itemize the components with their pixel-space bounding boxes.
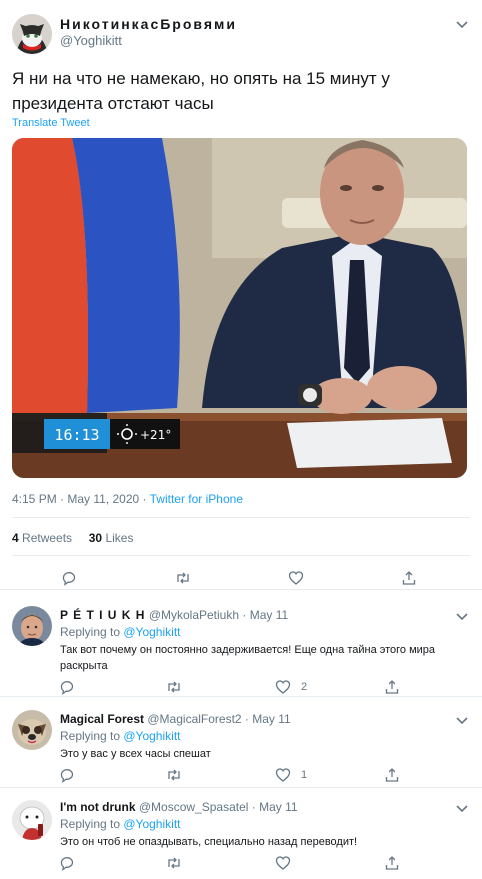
- reply-author-handle[interactable]: @MykolaPetiukh: [149, 608, 239, 622]
- reply-author-handle[interactable]: @Moscow_Spasatel: [139, 800, 249, 814]
- reply-tweet[interactable]: P É T I U K H @MykolaPetiukh · May 11 Re…: [0, 590, 482, 697]
- likes-count: 30: [88, 531, 103, 545]
- replying-to-handle[interactable]: @Yoghikitt: [123, 817, 180, 831]
- reply-text: Так вот почему он постоянно задерживаетс…: [60, 644, 436, 672]
- chevron-down-icon[interactable]: [454, 16, 470, 32]
- reply-button[interactable]: [59, 766, 75, 784]
- share-button[interactable]: [401, 569, 417, 587]
- reply-actions: [0, 854, 482, 876]
- chevron-down-icon[interactable]: [454, 712, 470, 728]
- like-button[interactable]: [275, 854, 291, 872]
- share-button[interactable]: [384, 678, 400, 696]
- reply-tweet[interactable]: Magical Forest @MagicalForest2 · May 11 …: [0, 697, 482, 788]
- reply-button[interactable]: [59, 854, 75, 872]
- like-icon: [275, 768, 291, 782]
- retweet-button[interactable]: [166, 766, 182, 784]
- reply-text: Это у вас у всех часы спешат: [60, 748, 211, 760]
- tweet-text: Я ни на что не намекаю, но опять на 15 м…: [12, 69, 390, 113]
- reply-author-name[interactable]: Magical Forest: [60, 712, 144, 726]
- like-count: 1: [301, 769, 308, 781]
- likes-stat[interactable]: 30 Likes: [89, 531, 134, 545]
- share-icon: [385, 680, 399, 694]
- reply-avatar[interactable]: [12, 800, 52, 840]
- reply-text: Это он чтоб не опаздывать, специально на…: [60, 836, 358, 848]
- main-tweet: НикотинкасБровями @Yoghikitt Я ни на что…: [0, 0, 482, 590]
- reply-icon: [62, 572, 76, 586]
- reply-date[interactable]: May 11: [250, 608, 288, 622]
- translate-tweet-link[interactable]: Translate Tweet: [12, 117, 90, 129]
- retweets-stat[interactable]: 4 Retweets: [12, 531, 72, 545]
- chevron-down-icon[interactable]: [454, 608, 470, 624]
- author-avatar[interactable]: [12, 14, 52, 54]
- replying-to-handle[interactable]: @Yoghikitt: [123, 625, 180, 639]
- reply-icon: [60, 681, 74, 695]
- share-button[interactable]: [384, 766, 400, 784]
- tweet-timestamp[interactable]: 4:15 PM · May 11, 2020 ·: [12, 492, 150, 506]
- replying-to: Replying to @Yoghikitt: [60, 625, 180, 639]
- retweet-icon: [168, 681, 180, 693]
- retweets-count: 4: [12, 531, 19, 545]
- like-icon: [275, 856, 291, 870]
- divider: [12, 517, 470, 518]
- reply-header: I'm not drunk @Moscow_Spasatel · May 11: [60, 800, 298, 814]
- retweet-icon: [168, 769, 180, 781]
- reply-header: Magical Forest @MagicalForest2 · May 11: [60, 712, 291, 726]
- retweet-button[interactable]: [166, 678, 182, 696]
- like-count: 2: [301, 681, 308, 693]
- like-button[interactable]: 1: [275, 766, 307, 784]
- reply-avatar[interactable]: [12, 710, 52, 750]
- likes-label: Likes: [105, 531, 134, 545]
- reply-actions: 1: [0, 766, 482, 788]
- reply-author-name[interactable]: I'm not drunk: [60, 800, 136, 814]
- reply-button[interactable]: [61, 569, 77, 587]
- like-button[interactable]: 2: [275, 678, 307, 696]
- replying-to-label: Replying to: [60, 817, 124, 831]
- reply-tweet[interactable]: I'm not drunk @Moscow_Spasatel · May 11 …: [0, 788, 482, 879]
- reply-author-name[interactable]: P É T I U K H: [60, 608, 145, 622]
- divider: [12, 555, 470, 556]
- tweet-stats: 4 Retweets 30 Likes: [12, 531, 133, 545]
- author-name[interactable]: НикотинкасБровями: [60, 16, 237, 32]
- replying-to: Replying to @Yoghikitt: [60, 817, 180, 831]
- like-button[interactable]: [288, 569, 304, 587]
- reply-icon: [60, 857, 74, 871]
- replying-to: Replying to @Yoghikitt: [60, 729, 180, 743]
- retweet-button[interactable]: [175, 569, 191, 587]
- chevron-down-icon[interactable]: [454, 800, 470, 816]
- reply-avatar[interactable]: [12, 606, 52, 646]
- tweet-source-link[interactable]: Twitter for iPhone: [150, 492, 243, 506]
- reply-date[interactable]: May 11: [252, 712, 290, 726]
- reply-header: P É T I U K H @MykolaPetiukh · May 11: [60, 608, 289, 622]
- reply-icon: [60, 769, 74, 783]
- replying-to-handle[interactable]: @Yoghikitt: [123, 729, 180, 743]
- share-icon: [385, 768, 399, 782]
- tweet-photo[interactable]: 16:13 +21°: [12, 138, 467, 478]
- tweet-actions: [0, 569, 482, 591]
- share-icon: [385, 856, 399, 870]
- retweet-icon: [177, 572, 189, 584]
- share-button[interactable]: [384, 854, 400, 872]
- retweet-icon: [168, 857, 180, 869]
- reply-author-handle[interactable]: @MagicalForest2: [147, 712, 241, 726]
- replying-to-label: Replying to: [60, 729, 124, 743]
- retweets-label: Retweets: [22, 531, 73, 545]
- retweet-button[interactable]: [166, 854, 182, 872]
- share-icon: [402, 571, 416, 585]
- like-icon: [275, 680, 291, 694]
- author-handle[interactable]: @Yoghikitt: [60, 33, 122, 48]
- like-icon: [288, 571, 304, 585]
- photo-weather-text: +21°: [140, 428, 171, 442]
- replying-to-label: Replying to: [60, 625, 124, 639]
- reply-button[interactable]: [59, 678, 75, 696]
- photo-clock-text: 16:13: [54, 426, 99, 444]
- reply-date[interactable]: May 11: [259, 800, 297, 814]
- tweet-metadata: 4:15 PM · May 11, 2020 · Twitter for iPh…: [12, 492, 243, 506]
